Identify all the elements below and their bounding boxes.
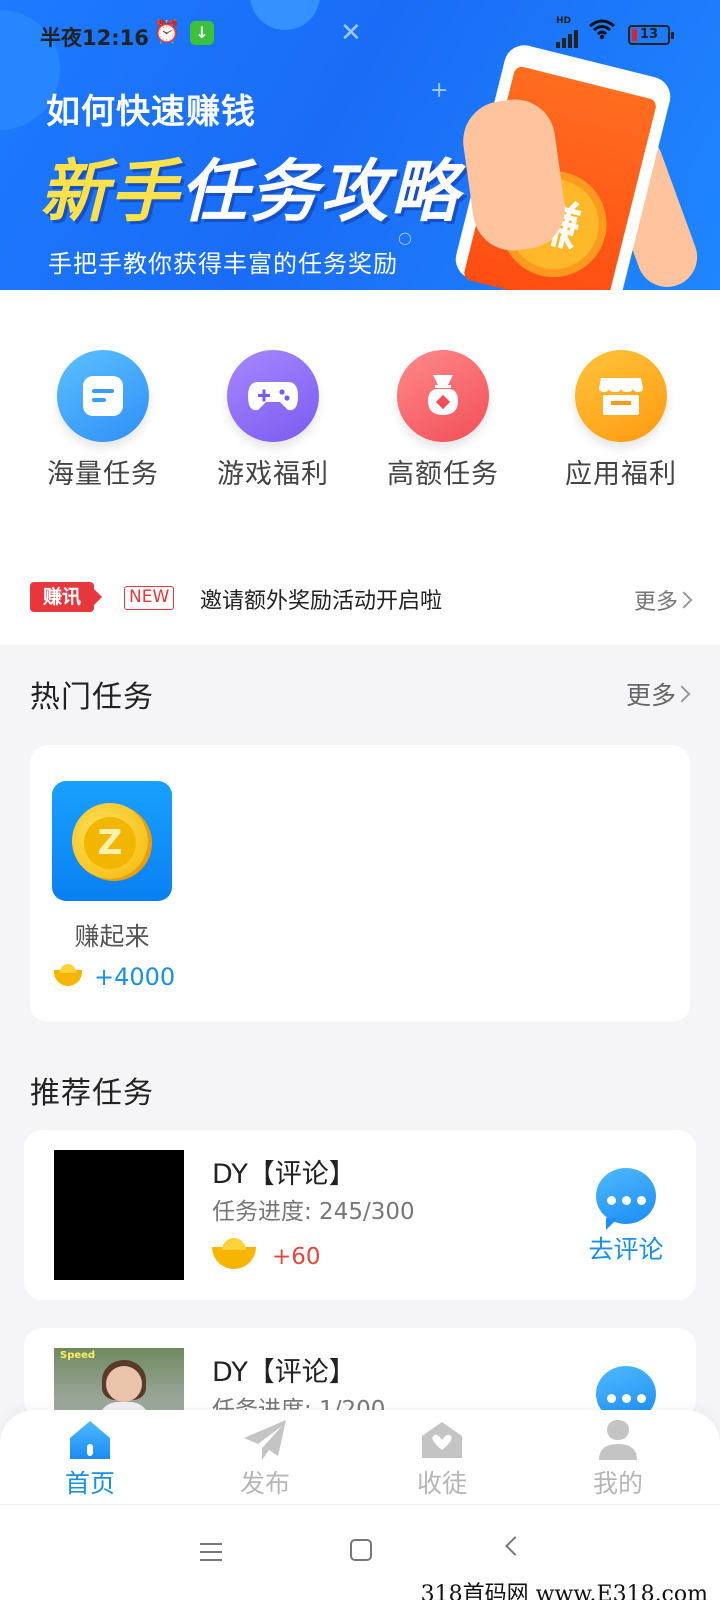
download-icon: ↓: [190, 21, 214, 45]
coin-letter: Z: [84, 817, 136, 869]
recommended-title: 推荐任务: [30, 1076, 154, 1111]
quick-icon-circle: [227, 350, 319, 442]
tab-label: 我的: [592, 1469, 643, 1498]
promo-banner[interactable]: ✕ + ○ 半夜12:16 ⏰ ↓ HD 13 如何快速赚钱 新手任务攻略 手把…: [0, 0, 720, 290]
banner-description: 手把手教你获得丰富的任务奖励: [48, 250, 398, 278]
banner-title: 新手任务攻略: [40, 136, 460, 235]
tab-profile[interactable]: 我的: [558, 1418, 678, 1500]
tab-label: 发布: [239, 1469, 290, 1498]
quick-entry-label: 游戏福利: [217, 459, 329, 490]
task-thumbnail: Speed: [54, 1348, 184, 1418]
banner-title-rest: 任务攻略: [180, 153, 461, 232]
task-thumbnail: [54, 1150, 184, 1280]
task-progress: 任务进度: 245/300: [212, 1199, 415, 1225]
chat-bubble-icon: [596, 1168, 656, 1230]
app-name: 赚起来: [74, 922, 150, 951]
bottom-tab-bar: 首页 发布 收徒 我的: [0, 1410, 720, 1504]
tab-label: 收徒: [416, 1469, 467, 1498]
comment-button-label: 去评论: [588, 1235, 664, 1264]
gold-ingot-icon: [54, 964, 82, 986]
thumbnail-tag: Speed: [60, 1350, 96, 1361]
new-tag: NEW: [124, 586, 175, 610]
quick-entry-label: 高额任务: [387, 459, 499, 490]
quick-entry-app-perks[interactable]: 应用福利: [536, 350, 706, 491]
news-text[interactable]: 邀请额外奖励活动开启啦: [200, 583, 442, 615]
quick-entry-high-tasks[interactable]: 高额任务: [358, 350, 528, 491]
alarm-icon: ⏰: [153, 20, 181, 45]
chevron-right-icon: [675, 591, 693, 609]
signal-icon: [556, 24, 580, 48]
menu-icon[interactable]: [200, 1543, 222, 1567]
tab-publish[interactable]: 发布: [205, 1418, 325, 1500]
banner-decoration: +: [430, 78, 449, 103]
quick-icon-circle: [57, 350, 149, 442]
task-card[interactable]: DY【评论】 任务进度: 245/300 +60 去评论: [24, 1130, 696, 1300]
tab-recruit[interactable]: 收徒: [382, 1418, 502, 1500]
battery-level: 13: [639, 27, 659, 42]
gold-ingot-icon: [212, 1237, 256, 1269]
task-title: DY【评论】: [212, 1357, 356, 1388]
comment-button[interactable]: 去评论: [584, 1168, 668, 1266]
money-bag-icon: [397, 350, 489, 442]
quick-entry-label: 应用福利: [565, 459, 677, 490]
status-bar: 半夜12:16 ⏰ ↓ HD 13: [0, 0, 720, 70]
document-icon: [57, 350, 149, 442]
chevron-right-icon: [673, 685, 691, 703]
tab-label: 首页: [64, 1469, 115, 1498]
quick-icon-circle: [575, 350, 667, 442]
quick-entry-game-perks[interactable]: 游戏福利: [188, 350, 358, 491]
wifi-icon: [588, 18, 616, 46]
hot-tasks-title: 热门任务: [30, 680, 154, 715]
paper-plane-icon: [242, 1418, 288, 1462]
reward-amount: +4000: [54, 963, 175, 991]
task-title: DY【评论】: [212, 1159, 356, 1190]
store-icon: [575, 350, 667, 442]
reward-value: +4000: [94, 963, 176, 991]
banner-subtitle: 如何快速赚钱: [46, 92, 256, 132]
hot-tasks-card: Z 赚起来 +4000: [30, 745, 690, 1022]
reward-value: +60: [272, 1244, 321, 1270]
quick-entry-grid: 海量任务 游戏福利 高额任务 应用福利: [0, 350, 720, 500]
gamepad-icon: [227, 350, 319, 442]
quick-entry-label: 海量任务: [47, 459, 159, 490]
app-icon[interactable]: Z: [52, 781, 172, 901]
task-reward: +60: [212, 1237, 321, 1270]
hot-tasks-more-link[interactable]: 更多: [626, 676, 676, 712]
quick-icon-circle: [397, 350, 489, 442]
mail-heart-icon: [419, 1418, 465, 1462]
tab-home[interactable]: 首页: [30, 1418, 150, 1500]
task-card[interactable]: Speed DY【评论】 任务进度: 1/200: [24, 1328, 696, 1418]
status-time: 半夜12:16: [40, 26, 149, 50]
quick-entry-mass-tasks[interactable]: 海量任务: [18, 350, 188, 491]
banner-title-highlight: 新手: [40, 153, 181, 232]
home-icon: [67, 1418, 113, 1462]
user-icon: [595, 1418, 641, 1462]
news-ticker[interactable]: 赚讯 NEW 邀请额外奖励活动开启啦 更多: [0, 570, 720, 630]
watermark: 318首码网 www.E318.com: [420, 1576, 708, 1600]
back-icon[interactable]: [505, 1536, 525, 1556]
battery-icon: 13: [628, 25, 674, 45]
home-square-icon[interactable]: [350, 1539, 372, 1561]
news-badge: 赚讯: [30, 582, 102, 612]
coin-icon: Z: [72, 803, 148, 879]
news-more-link[interactable]: 更多: [634, 584, 678, 616]
thumbnail-figure: [106, 1366, 142, 1402]
